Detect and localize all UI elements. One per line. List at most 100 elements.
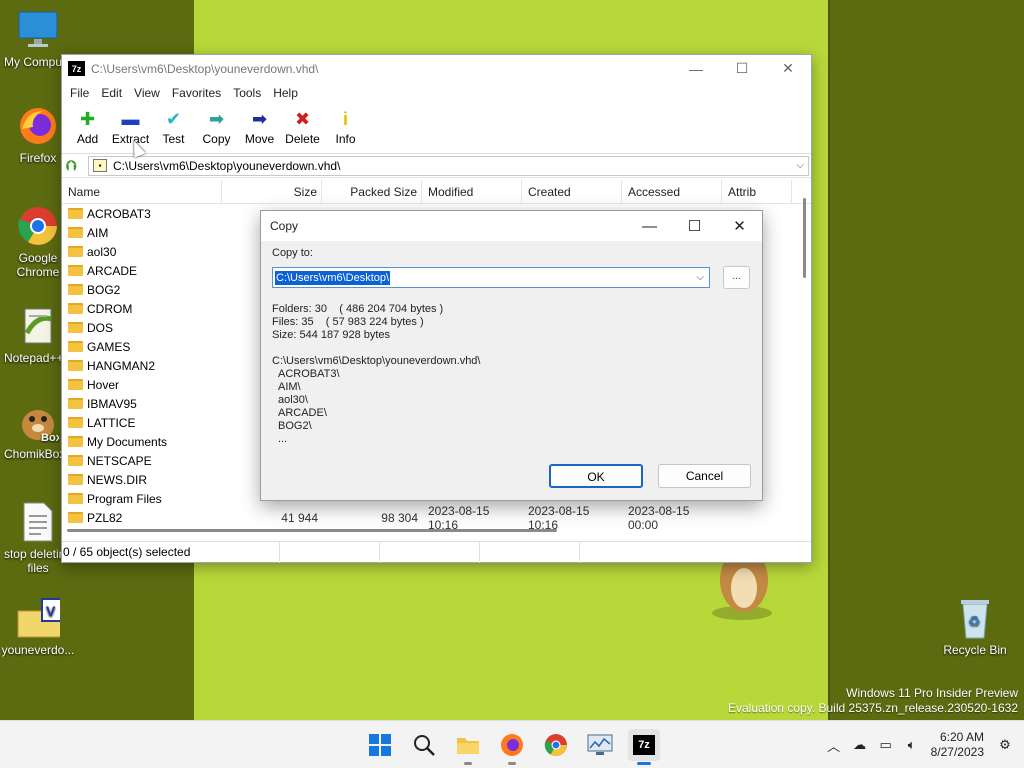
archive-icon: ▪ [93,159,107,172]
folder-icon [68,360,83,371]
clock[interactable]: 6:20 AM 8/27/2023 [931,730,984,760]
menu-favorites[interactable]: Favorites [166,86,227,100]
browse-button[interactable]: ... [723,266,750,289]
source-path: C:\Users\vm6\Desktop\youneverdown.vhd\ [272,355,481,367]
cancel-button[interactable]: Cancel [658,464,751,488]
column-accessed[interactable]: Accessed [622,180,722,204]
chevron-down-icon[interactable]: ⌵ [796,160,804,171]
toolbar-move-button[interactable]: ➡ Move [238,106,281,147]
close-icon: ✕ [733,218,746,235]
folder-icon [68,455,83,466]
close-button[interactable]: ✕ [765,55,811,82]
svg-text:Box: Box [41,432,59,443]
source-item: BOG2\ [278,420,312,432]
vertical-scrollbar[interactable] [799,180,811,520]
row-name-cell: Program Files [62,492,222,506]
desktop-icon-recycle-bin[interactable]: ♻ Recycle Bin [937,596,1013,657]
chevron-down-icon[interactable]: ⌵ [696,272,704,283]
dialog-minimize-button[interactable]: — [627,211,672,241]
info-icon: i [342,108,348,129]
dialog-maximize-button[interactable]: ☐ [672,211,717,241]
ok-button[interactable]: OK [549,464,643,488]
toolbar: ✚ Add ▬ Extract ✔ Test ➡ Copy ➡ Move ✖ Delete i Info [62,104,811,154]
menu-tools[interactable]: Tools [227,86,267,100]
column-packed-size[interactable]: Packed Size [322,180,422,204]
evaluation-watermark: Windows 11 Pro Insider Preview Evaluatio… [728,686,1018,716]
desktop-icon-youneverdown[interactable]: V youneverdo... [0,596,76,657]
dialog-body: Copy to: C:\Users\vm6\Desktop\ ⌵ ... Fol… [272,247,752,446]
toolbar-copy-button[interactable]: ➡ Copy [195,106,238,147]
minimize-button[interactable]: — [673,55,719,82]
column-attrib[interactable]: Attrib [722,180,792,204]
clock-date: 8/27/2023 [930,745,984,759]
dialog-close-button[interactable]: ✕ [717,211,762,241]
toolbar-delete-button[interactable]: ✖ Delete [281,106,324,147]
row-name: My Documents [87,434,168,449]
copy-arrow-icon: ➡ [208,108,225,129]
column-name[interactable]: Name [62,180,222,204]
row-name: ACROBAT3 [87,206,151,221]
search-icon [414,735,435,756]
wallpaper-edge [828,0,830,720]
taskbar-search[interactable] [408,729,440,761]
start-button[interactable] [364,729,396,761]
toolbar-button-label: Info [335,132,356,146]
chevron-up-icon[interactable]: ︿ [821,736,847,755]
taskbar-7zip[interactable]: 7z [628,729,660,765]
toolbar-test-button[interactable]: ✔ Test [152,106,195,147]
address-field[interactable]: ▪ C:\Users\vm6\Desktop\youneverdown.vhd\… [88,155,809,176]
scroll-thumb[interactable] [803,198,806,278]
vhd-file-icon: V [16,596,60,640]
copy-to-value[interactable]: C:\Users\vm6\Desktop\ [275,270,391,285]
hamster-icon: Box [16,400,60,444]
notification-icon[interactable]: ⚙ [992,737,1018,753]
scroll-thumb[interactable] [67,529,557,532]
volume-icon[interactable]: 🔈︎ [899,737,925,753]
monitor-chart-icon [587,734,613,755]
address-bar: ⮉ ▪ C:\Users\vm6\Desktop\youneverdown.vh… [62,154,811,178]
toolbar-button-label: Delete [285,132,320,146]
window-title: C:\Users\vm6\Desktop\youneverdown.vhd\ [91,61,319,76]
taskbar-chrome[interactable] [540,729,572,761]
row-name-cell: BOG2 [62,283,222,297]
source-item: ARCADE\ [278,407,327,419]
chrome-icon [16,204,60,248]
menu-view[interactable]: View [128,86,166,100]
7zip-icon: 7z [633,735,655,755]
row-name: AIM [87,225,109,240]
row-name: IBMAV95 [87,396,137,411]
horizontal-scrollbar[interactable] [62,523,811,537]
up-folder-icon[interactable]: ⮉ [66,157,88,174]
taskbar-file-explorer[interactable] [452,729,484,765]
copy-summary: Folders: 30 ( 486 204 704 bytes ) Files:… [272,303,752,342]
watermark-line: Evaluation copy. Build 25375.zn_release.… [728,701,1018,715]
taskbar-firefox[interactable] [496,729,528,765]
menu-file[interactable]: File [64,86,95,100]
folder-icon [68,322,83,333]
source-item: aol30\ [278,394,308,406]
copy-to-label: Copy to: [272,247,313,259]
network-icon[interactable]: ▭ [873,737,899,753]
copy-to-combobox[interactable]: C:\Users\vm6\Desktop\ ⌵ [272,267,710,288]
toolbar-add-button[interactable]: ✚ Add [66,106,109,147]
row-name-cell: LATTICE [62,416,222,430]
column-created[interactable]: Created [522,180,622,204]
size-info: Size: 544 187 928 bytes [272,329,391,341]
toolbar-info-button[interactable]: i Info [324,106,367,147]
toolbar-extract-button[interactable]: ▬ Extract [109,106,152,147]
column-modified[interactable]: Modified [422,180,522,204]
column-size[interactable]: Size [222,180,322,204]
menu-edit[interactable]: Edit [95,86,128,100]
maximize-icon: ☐ [687,218,702,235]
folder-icon [68,341,83,352]
taskbar-monitor[interactable] [584,729,616,761]
folder-icon [68,303,83,314]
row-name-cell: IBMAV95 [62,397,222,411]
onedrive-warning-icon[interactable]: ☁ [847,737,873,753]
row-name-cell: CDROM [62,302,222,316]
menu-help[interactable]: Help [267,86,304,100]
files-info: Files: 35 ( 57 983 224 bytes ) [272,316,424,328]
folder-icon [68,474,83,485]
svg-text:V: V [46,603,56,619]
maximize-button[interactable]: ☐ [719,55,765,82]
